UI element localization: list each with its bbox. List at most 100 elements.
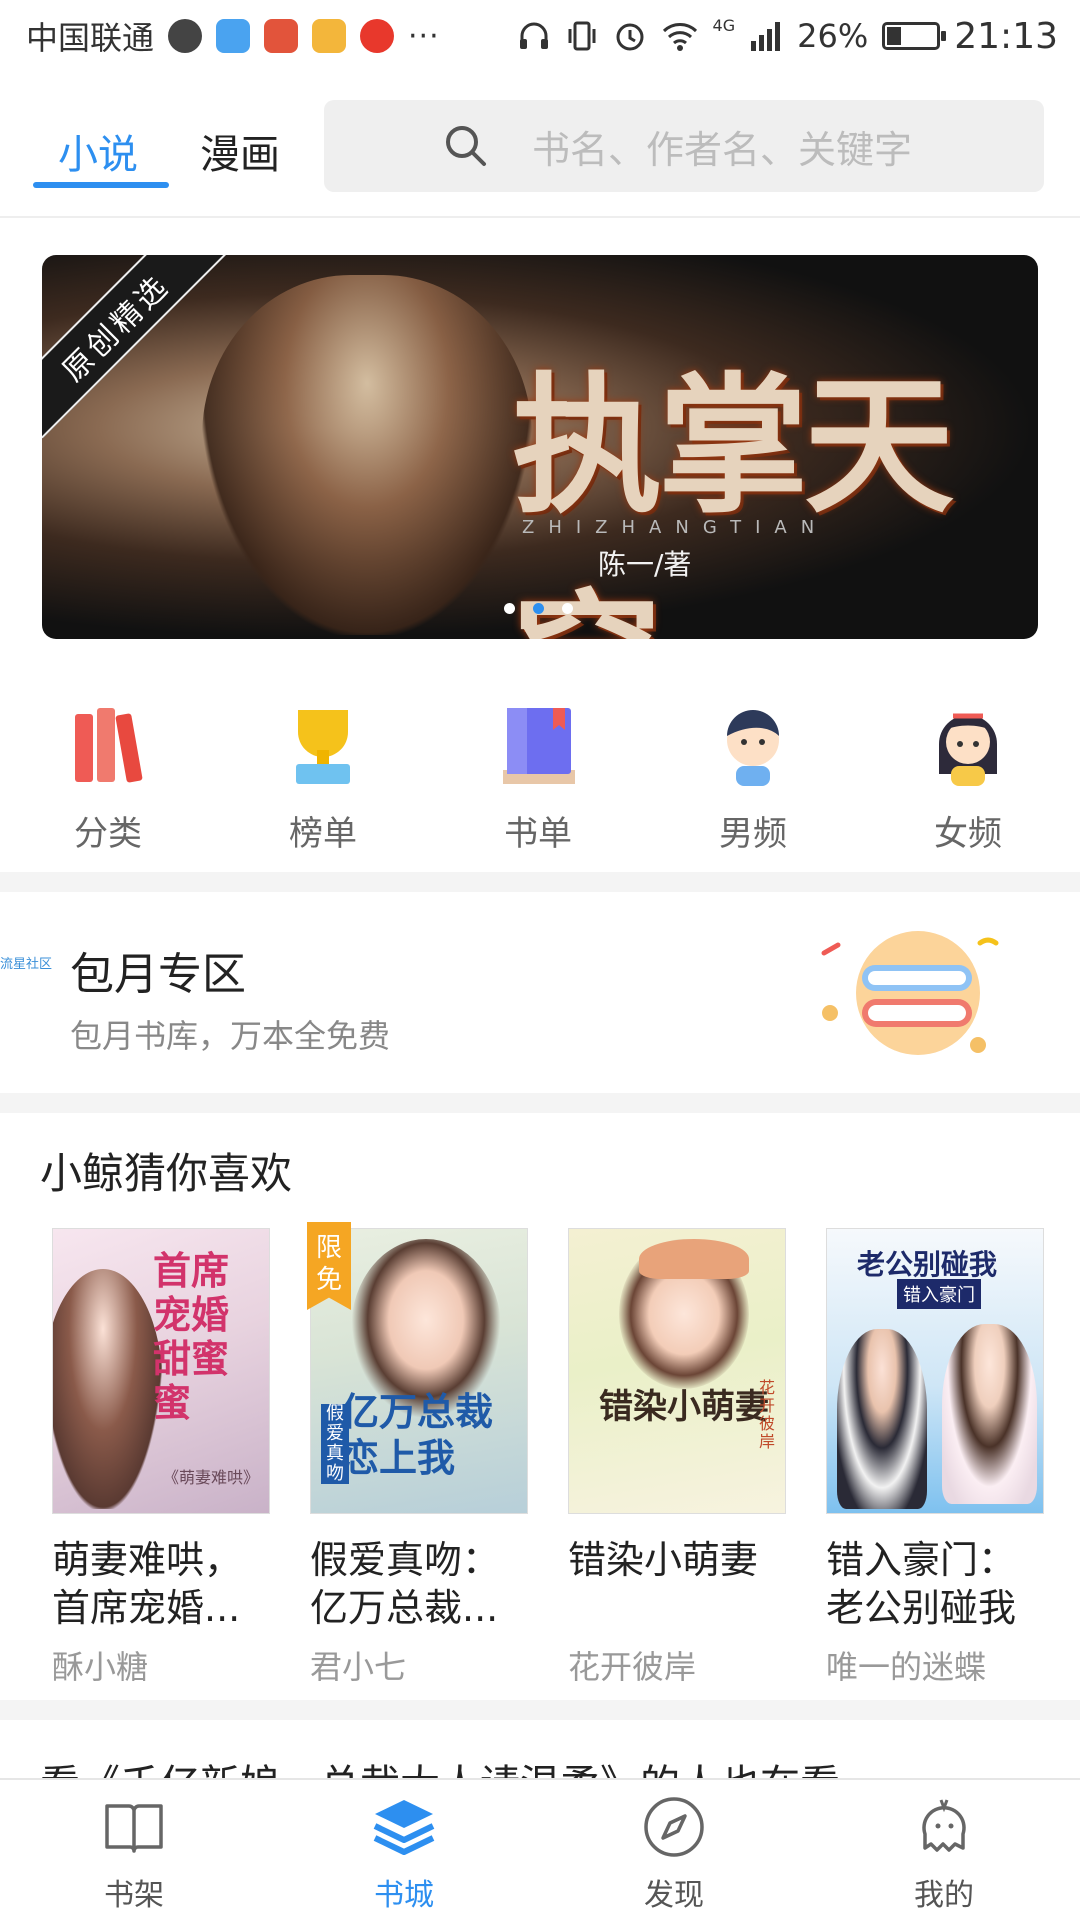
status-bar-right: 4G 26% 21:13 <box>517 16 1058 57</box>
bookshelf-icon <box>105 1804 163 1853</box>
signal-icon <box>751 22 781 51</box>
cover-figure-female <box>942 1324 1037 1504</box>
tab-active-indicator <box>33 182 169 188</box>
category-label: 男频 <box>719 814 787 854</box>
top-bar: 小说 漫画 书名、作者名、关键字 <box>0 72 1080 218</box>
category-label: 书单 <box>504 814 572 854</box>
book-author: 酥小糖 <box>52 1648 149 1686</box>
search-icon <box>446 126 486 166</box>
status-bar-left: 中国联通 ··· <box>26 13 440 59</box>
trophy-icon <box>296 710 350 784</box>
cover-title: 错染小萌妻 <box>599 1387 769 1427</box>
mail-icon <box>312 19 347 53</box>
book-card[interactable]: 错染小萌妻 花开彼岸 错染小萌妻 花开彼岸 <box>568 1228 788 1688</box>
category-label: 分类 <box>74 814 142 854</box>
category-label: 女频 <box>934 814 1002 854</box>
book-card[interactable]: 老公别碰我 错入豪门 错入豪门：老公别碰我 唯一的迷蝶 <box>826 1228 1046 1688</box>
compass-icon <box>644 1797 704 1857</box>
category-booklist[interactable]: 书单 <box>468 700 608 855</box>
book-cover: 首席宠婚甜蜜蜜 《萌妻难哄》 <box>52 1228 270 1514</box>
category-ranking[interactable]: 榜单 <box>253 700 393 855</box>
free-badge: 限免 <box>307 1222 351 1310</box>
banner-pinyin: ZHIZHANGTIAN <box>522 517 829 538</box>
girl-icon <box>939 713 997 786</box>
nav-label: 我的 <box>914 1878 974 1913</box>
battery-icon <box>882 22 947 50</box>
pagination-dot <box>504 603 515 614</box>
cover-hat <box>639 1239 749 1279</box>
nav-label: 书架 <box>104 1878 164 1913</box>
banner-ribbon: 原创精选 <box>42 255 227 439</box>
boy-icon <box>727 710 779 786</box>
book-card[interactable]: 首席宠婚甜蜜蜜 《萌妻难哄》 萌妻难哄，首席宠婚... 酥小糖 <box>52 1228 272 1688</box>
search-box[interactable]: 书名、作者名、关键字 <box>324 100 1044 192</box>
app-promo-icon <box>264 19 299 53</box>
vibrate-icon <box>568 21 596 51</box>
clock: 21:13 <box>954 15 1058 57</box>
category-classify[interactable]: 分类 <box>38 700 178 855</box>
cover-figure-male <box>837 1329 927 1509</box>
section-title-guess: 小鲸猜你喜欢 <box>40 1149 293 1198</box>
nav-bookshelf[interactable]: 书架 <box>54 1794 214 1914</box>
globe-icon <box>168 19 203 53</box>
cover-subtitle: 假爱真吻 <box>321 1404 349 1484</box>
wifi-icon <box>662 23 697 51</box>
cover-title: 老公别碰我 <box>857 1248 998 1281</box>
message-icon <box>216 19 251 53</box>
book-author: 花开彼岸 <box>568 1648 697 1686</box>
featured-banner[interactable]: 原创精选 执掌天穹 ZHIZHANGTIAN 陈一/著 <box>42 255 1038 639</box>
booklist-icon <box>503 708 575 784</box>
monthly-title: 包月专区 <box>70 949 246 1000</box>
category-female[interactable]: 女频 <box>898 700 1038 855</box>
search-placeholder: 书名、作者名、关键字 <box>532 127 913 172</box>
network-type: 4G <box>712 15 736 35</box>
overflow-icon: ··· <box>408 18 440 54</box>
nav-label: 书城 <box>374 1878 434 1913</box>
cover-title: 首席宠婚甜蜜蜜 <box>153 1248 230 1425</box>
book-card[interactable]: 亿万总裁恋上我 假爱真吻 限免 假爱真吻：亿万总裁... 君小七 <box>307 1222 530 1688</box>
alarm-icon <box>616 23 644 51</box>
tab-novel[interactable]: 小说 <box>58 122 138 180</box>
book-author: 唯一的迷蝶 <box>826 1648 987 1686</box>
status-bar: 中国联通 ··· 4G 26% 21:13 <box>0 0 1080 72</box>
bookstore-icon <box>373 1800 435 1855</box>
banner-title: 执掌天穹 <box>512 358 954 639</box>
category-male[interactable]: 男频 <box>683 700 823 855</box>
book-recommendation-row: 首席宠婚甜蜜蜜 《萌妻难哄》 萌妻难哄，首席宠婚... 酥小糖 亿万总裁恋上我 … <box>0 1222 1080 1698</box>
weibo-icon <box>360 19 395 53</box>
book-cover: 错染小萌妻 花开彼岸 <box>568 1228 786 1514</box>
cover-figure <box>53 1269 163 1509</box>
book-title: 萌妻难哄，首席宠婚... <box>52 1538 243 1630</box>
cover-title: 亿万总裁恋上我 <box>341 1389 494 1480</box>
books-icon <box>75 708 143 783</box>
nav-profile[interactable]: 我的 <box>864 1794 1024 1914</box>
bottom-navigation: 书架 书城 发现 我的 <box>0 1778 1080 1920</box>
cover-subtitle: 《萌妻难哄》 <box>163 1468 260 1487</box>
section-divider <box>0 1093 1080 1113</box>
book-cover: 老公别碰我 错入豪门 <box>826 1228 1044 1514</box>
section-divider <box>0 872 1080 892</box>
category-label: 榜单 <box>289 814 357 854</box>
community-tag: 流星社区 <box>0 957 53 972</box>
nav-bookstore[interactable]: 书城 <box>324 1794 484 1914</box>
book-title: 假爱真吻：亿万总裁... <box>310 1538 501 1630</box>
pagination-dot-active <box>533 603 544 614</box>
battery-percent: 26% <box>797 17 869 55</box>
profile-icon <box>922 1799 966 1852</box>
monthly-books-illustration <box>821 931 999 1055</box>
nav-label: 发现 <box>644 1878 704 1913</box>
banner-author: 陈一/著 <box>598 548 692 581</box>
tab-comic[interactable]: 漫画 <box>200 122 280 180</box>
monthly-zone[interactable]: 流星社区 包月专区 包月书库，万本全免费 <box>0 893 1080 1093</box>
cover-subtitle: 错入豪门 <box>897 1279 981 1309</box>
banner-pagination <box>504 603 573 614</box>
nav-discover[interactable]: 发现 <box>594 1794 754 1914</box>
book-title: 错入豪门：老公别碰我 <box>826 1538 1017 1630</box>
book-author: 君小七 <box>310 1648 407 1686</box>
monthly-subtitle: 包月书库，万本全免费 <box>70 1017 391 1055</box>
banner-character-art <box>202 275 532 635</box>
pagination-dot <box>562 603 573 614</box>
carrier-label: 中国联通 <box>26 19 155 57</box>
section-divider <box>0 1700 1080 1720</box>
category-row: 分类 榜单 书单 男频 女频 <box>0 700 1080 870</box>
